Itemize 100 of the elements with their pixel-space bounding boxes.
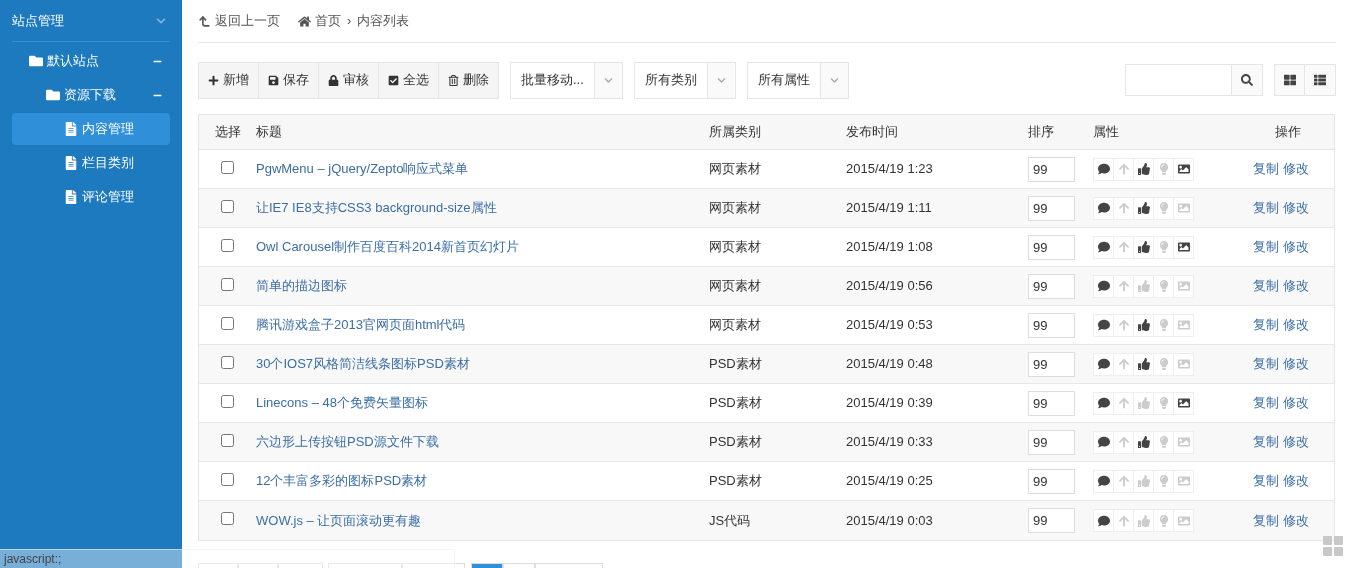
action-link[interactable]: 修改 bbox=[1283, 276, 1309, 296]
action-link[interactable]: 修改 bbox=[1283, 315, 1309, 335]
comment-icon[interactable] bbox=[1093, 509, 1114, 532]
toolbar-button[interactable]: 删除 bbox=[438, 61, 499, 99]
tree-item[interactable]: 默认站点 bbox=[12, 45, 170, 77]
thumbs-up-icon[interactable] bbox=[1133, 509, 1154, 532]
action-link[interactable]: 复制 bbox=[1253, 510, 1279, 531]
thumbs-up-icon[interactable] bbox=[1133, 235, 1154, 259]
thumbs-up-icon[interactable] bbox=[1133, 313, 1154, 337]
row-checkbox[interactable] bbox=[221, 238, 234, 252]
title-link[interactable]: 六边形上传按钮PSD源文件下载 bbox=[256, 432, 709, 452]
time-cell-text: 2015/4/19 0:03 bbox=[846, 511, 934, 530]
thumbs-up-icon[interactable] bbox=[1133, 274, 1154, 298]
action-link[interactable]: 复制 bbox=[1253, 276, 1279, 296]
sort-field[interactable]: 99 bbox=[1028, 468, 1075, 494]
action-link[interactable]: 复制 bbox=[1253, 315, 1279, 335]
action-link[interactable]: 修改 bbox=[1283, 159, 1309, 179]
action-link[interactable]: 修改 bbox=[1283, 354, 1309, 374]
comment-icon[interactable] bbox=[1093, 196, 1114, 220]
thumbs-up-icon[interactable] bbox=[1133, 196, 1154, 220]
column-header: 属性 bbox=[1093, 123, 1120, 142]
home-link[interactable]: 首页 bbox=[298, 11, 341, 31]
title-link[interactable]: WOW.js – 让页面滚动更有趣 bbox=[256, 510, 709, 531]
action-link[interactable]: 复制 bbox=[1253, 198, 1279, 218]
thumbs-up-icon[interactable] bbox=[1133, 391, 1154, 415]
sort-field[interactable]: 99 bbox=[1028, 312, 1075, 338]
list-view-icon bbox=[1314, 74, 1326, 86]
row-checkbox[interactable] bbox=[221, 199, 234, 213]
tree-item[interactable]: 资源下载 bbox=[12, 79, 170, 111]
comment-icon[interactable] bbox=[1093, 274, 1114, 298]
title-link[interactable]: 30个IOS7风格简洁线条图标PSD素材 bbox=[256, 354, 709, 374]
title-link[interactable]: 让IE7 IE8支持CSS3 background-size属性 bbox=[256, 198, 709, 218]
row-checkbox[interactable] bbox=[221, 472, 234, 486]
comment-icon[interactable] bbox=[1093, 352, 1114, 376]
sort-field[interactable]: 99 bbox=[1028, 234, 1075, 260]
thumbs-up-icon[interactable] bbox=[1133, 469, 1154, 493]
image-icon[interactable] bbox=[1173, 235, 1194, 259]
comment-icon[interactable] bbox=[1093, 469, 1114, 493]
title-link[interactable]: 12个丰富多彩的图标PSD素材 bbox=[256, 471, 709, 491]
sort-field[interactable]: 99 bbox=[1028, 273, 1075, 299]
row-checkbox[interactable] bbox=[221, 160, 234, 174]
row-checkbox[interactable] bbox=[221, 316, 234, 330]
title-link[interactable]: Linecons – 48个免费矢量图标 bbox=[256, 393, 709, 413]
action-link[interactable]: 复制 bbox=[1253, 159, 1279, 179]
row-checkbox[interactable] bbox=[221, 512, 234, 525]
image-icon[interactable] bbox=[1173, 157, 1194, 181]
row-checkbox[interactable] bbox=[221, 394, 234, 408]
dropdown[interactable]: 批量移动... bbox=[510, 61, 623, 99]
toolbar-button[interactable]: 审核 bbox=[318, 61, 379, 99]
back-link[interactable]: 返回上一页 bbox=[198, 11, 280, 31]
time-cell-text: 2015/4/19 0:48 bbox=[846, 355, 934, 374]
row-checkbox[interactable] bbox=[221, 355, 234, 369]
toolbar-button[interactable]: 保存 bbox=[258, 61, 319, 99]
comment-icon[interactable] bbox=[1093, 157, 1114, 181]
title-link[interactable]: 腾讯游戏盒子2013官网页面html代码 bbox=[256, 315, 709, 335]
row-checkbox[interactable] bbox=[221, 433, 234, 447]
status-bar: javascript:; bbox=[0, 549, 455, 568]
sort-field[interactable]: 99 bbox=[1028, 390, 1075, 416]
action-link[interactable]: 修改 bbox=[1283, 432, 1309, 452]
thumbs-up-icon[interactable] bbox=[1133, 352, 1154, 376]
sort-field[interactable]: 99 bbox=[1028, 195, 1075, 221]
comment-icon[interactable] bbox=[1093, 391, 1114, 415]
tree-item[interactable]: 栏目类别 bbox=[12, 147, 170, 179]
category-cell-text: PSD素材 bbox=[709, 472, 763, 491]
action-link[interactable]: 修改 bbox=[1283, 198, 1309, 218]
dropdown[interactable]: 所有类别 bbox=[633, 61, 736, 99]
action-link[interactable]: 修改 bbox=[1283, 237, 1309, 257]
action-link[interactable]: 复制 bbox=[1253, 471, 1279, 491]
sort-field[interactable]: 99 bbox=[1028, 508, 1075, 533]
tree-item[interactable]: 评论管理 bbox=[12, 181, 170, 213]
action-link[interactable]: 修改 bbox=[1283, 393, 1309, 413]
action-link[interactable]: 修改 bbox=[1283, 510, 1309, 531]
tree-item[interactable]: 内容管理 bbox=[12, 113, 170, 145]
sort-field[interactable]: 99 bbox=[1028, 156, 1075, 182]
action-link[interactable]: 复制 bbox=[1253, 354, 1279, 374]
category-cell-text: PSD素材 bbox=[709, 433, 763, 452]
toolbar-button[interactable]: 全选 bbox=[378, 61, 439, 99]
comment-icon[interactable] bbox=[1093, 313, 1114, 337]
action-link[interactable]: 修改 bbox=[1283, 471, 1309, 491]
toolbar-button[interactable]: 新增 bbox=[198, 61, 259, 99]
action-link[interactable]: 复制 bbox=[1253, 432, 1279, 452]
thumbs-up-icon[interactable] bbox=[1133, 430, 1154, 454]
title-link[interactable]: 简单的描边图标 bbox=[256, 276, 709, 296]
image-icon[interactable] bbox=[1173, 391, 1194, 415]
list-view-button[interactable] bbox=[1305, 64, 1336, 96]
row-checkbox[interactable] bbox=[221, 277, 234, 291]
time-cell-text: 2015/4/19 1:11 bbox=[846, 199, 933, 218]
sort-field[interactable]: 99 bbox=[1028, 429, 1075, 455]
sort-field[interactable]: 99 bbox=[1028, 351, 1075, 377]
title-link[interactable]: Owl Carousel制作百度百科2014新首页幻灯片 bbox=[256, 237, 709, 257]
action-link[interactable]: 复制 bbox=[1253, 393, 1279, 413]
comment-icon[interactable] bbox=[1093, 430, 1114, 454]
comment-icon[interactable] bbox=[1093, 235, 1114, 259]
action-link[interactable]: 复制 bbox=[1253, 237, 1279, 257]
title-link[interactable]: PgwMenu – jQuery/Zepto响应式菜单 bbox=[256, 159, 709, 179]
thumbs-up-icon[interactable] bbox=[1133, 157, 1154, 181]
grid-view-button[interactable] bbox=[1274, 64, 1305, 96]
dropdown[interactable]: 所有属性 bbox=[746, 61, 849, 99]
search-icon bbox=[1241, 74, 1253, 86]
search-field[interactable] bbox=[1125, 64, 1263, 96]
